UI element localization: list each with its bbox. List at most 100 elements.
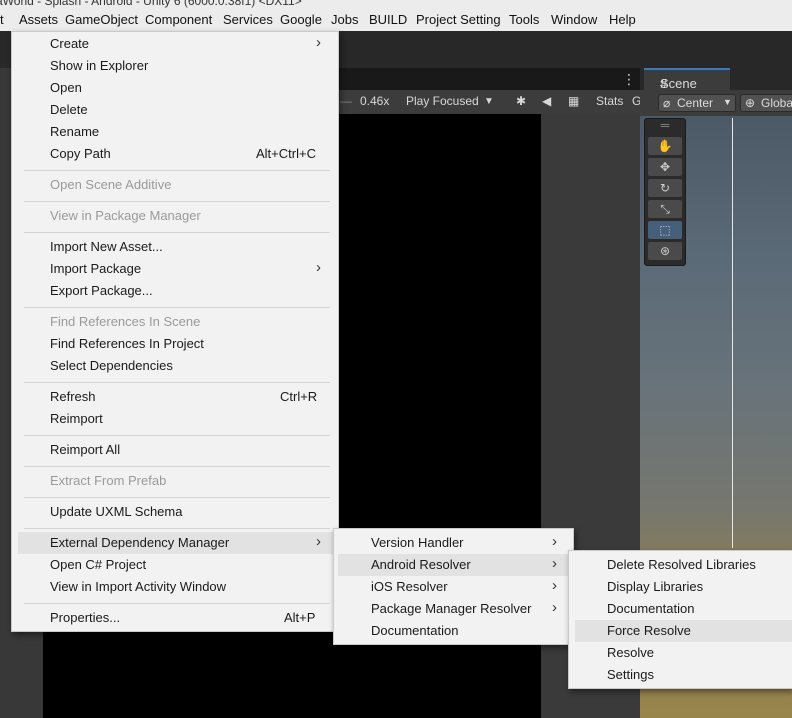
menu-component[interactable]: Component — [145, 12, 212, 27]
scene-toolbar: ⌀ Center ▼ ⊕ Globa — [640, 90, 792, 117]
transform-tool-icon[interactable]: ⊛ — [648, 242, 682, 260]
menu-separator — [24, 466, 330, 467]
palette-drag-handle[interactable]: ═ — [648, 119, 682, 131]
menu-item-rename[interactable]: Rename — [18, 121, 334, 143]
menu-item-resolve[interactable]: Resolve — [575, 642, 792, 664]
menu-services[interactable]: Services — [223, 12, 273, 27]
menu-item-copy-path[interactable]: Copy Path Alt+Ctrl+C — [18, 143, 334, 165]
menu-google[interactable]: Google — [280, 12, 322, 27]
menu-item-import-new-asset[interactable]: Import New Asset... — [18, 236, 334, 258]
chevron-right-icon: › — [552, 555, 557, 572]
menu-item-find-references-in-project[interactable]: Find References In Project — [18, 333, 334, 355]
menu-item-view-in-import-activity-window[interactable]: View in Import Activity Window — [18, 576, 334, 598]
menu-item-find-references-in-scene: Find References In Scene — [50, 314, 201, 329]
menu-separator — [24, 528, 330, 529]
menu-separator — [24, 201, 330, 202]
menu-item-settings[interactable]: Settings — [575, 664, 792, 686]
tool-palette: ═ ✋ ✥ ↻ ⤡ ⬚ ⊛ — [644, 118, 686, 266]
chevron-down-icon: ▼ — [723, 97, 732, 107]
pivot-icon: ⌀ — [663, 96, 671, 110]
menu-item-extract-from-prefab: Extract From Prefab — [50, 473, 167, 488]
menu-item-open-csharp-project[interactable]: Open C# Project — [18, 554, 334, 576]
menu-project-setting[interactable]: Project Setting — [416, 12, 501, 27]
menu-separator — [24, 307, 330, 308]
menu-item-force-resolve[interactable]: Force Resolve — [575, 620, 792, 642]
pivot-mode-label: Center — [677, 96, 714, 110]
menu-item-package-manager-resolver[interactable]: Package Manager Resolver › — [338, 598, 570, 620]
android-resolver-submenu: Delete Resolved Libraries Display Librar… — [568, 550, 792, 689]
move-tool-icon[interactable]: ✥ — [648, 158, 682, 176]
menu-separator — [24, 382, 330, 383]
scene-guide-line — [732, 118, 733, 548]
menu-item-reimport[interactable]: Reimport — [18, 408, 334, 430]
space-mode-label: Globa — [761, 96, 792, 110]
main-menu-bar: t Assets GameObject Component Services G… — [0, 9, 792, 32]
more-options-icon[interactable]: ⋮ — [622, 71, 636, 88]
assets-menu: Create › Show in Explorer Open Delete Re… — [11, 31, 339, 632]
menu-item-properties[interactable]: Properties... Alt+P — [18, 607, 334, 629]
menu-assets[interactable]: Assets — [19, 12, 58, 27]
globe-icon: ⊕ — [745, 96, 756, 110]
menu-item-open-scene-additive: Open Scene Additive — [50, 177, 172, 192]
menu-window[interactable]: Window — [551, 12, 597, 27]
play-focused-dropdown[interactable]: Play Focused — [406, 94, 479, 108]
menu-item-android-documentation[interactable]: Documentation — [575, 598, 792, 620]
menu-item-reimport-all[interactable]: Reimport All — [18, 439, 334, 461]
chevron-right-icon: › — [552, 599, 557, 616]
menu-item-delete[interactable]: Delete — [18, 99, 334, 121]
menu-item-update-uxml-schema[interactable]: Update UXML Schema — [18, 501, 334, 523]
menu-item-open[interactable]: Open — [18, 77, 334, 99]
menu-separator — [24, 603, 330, 604]
menu-item-import-package[interactable]: Import Package › — [18, 258, 334, 280]
menu-item-create[interactable]: Create › — [18, 33, 334, 55]
menu-separator — [24, 232, 330, 233]
menu-item-external-dependency-manager[interactable]: External Dependency Manager › — [18, 532, 334, 554]
rect-tool-icon[interactable]: ⬚ — [648, 221, 682, 239]
shortcut-copy-path: Alt+Ctrl+C — [256, 146, 316, 161]
menu-separator — [24, 170, 330, 171]
pivot-mode-dropdown[interactable]: ⌀ Center ▼ — [658, 94, 736, 112]
menu-item-export-package[interactable]: Export Package... — [18, 280, 334, 302]
menu-item-refresh[interactable]: Refresh Ctrl+R — [18, 386, 334, 408]
menu-item-display-libraries[interactable]: Display Libraries — [575, 576, 792, 598]
chevron-down-icon: ▼ — [484, 96, 494, 107]
menu-help[interactable]: Help — [609, 12, 636, 27]
space-mode-dropdown[interactable]: ⊕ Globa — [740, 94, 792, 112]
stats-button[interactable]: Stats — [596, 94, 623, 108]
menu-item-edm-documentation[interactable]: Documentation — [338, 620, 570, 642]
menu-gameobject[interactable]: GameObject — [65, 12, 138, 27]
bug-icon[interactable]: ✱ — [516, 94, 526, 108]
tab-scene[interactable]: # Scene — [644, 68, 730, 91]
menu-item-ios-resolver[interactable]: iOS Resolver › — [338, 576, 570, 598]
menu-item-view-in-package-manager: View in Package Manager — [50, 208, 201, 223]
speaker-icon[interactable]: ◀ — [542, 94, 551, 108]
grid-toggle-icon[interactable]: ▦ — [568, 94, 579, 108]
menu-jobs[interactable]: Jobs — [331, 12, 358, 27]
menu-item-show-in-explorer[interactable]: Show in Explorer — [18, 55, 334, 77]
menu-separator — [24, 435, 330, 436]
edm-submenu: Version Handler › Android Resolver › iOS… — [333, 528, 574, 645]
window-title-bar: aWorld - Splash - Android - Unity 6 (600… — [0, 0, 792, 9]
menu-separator — [24, 497, 330, 498]
menu-build[interactable]: BUILD — [369, 12, 407, 27]
rotate-tool-icon[interactable]: ↻ — [648, 179, 682, 197]
menu-tools[interactable]: Tools — [509, 12, 539, 27]
menu-item-select-dependencies[interactable]: Select Dependencies — [18, 355, 334, 377]
chevron-right-icon: › — [316, 34, 321, 51]
menu-item-delete-resolved-libraries[interactable]: Delete Resolved Libraries — [575, 554, 792, 576]
shortcut-properties: Alt+P — [284, 610, 316, 625]
shortcut-refresh: Ctrl+R — [280, 389, 318, 404]
scene-tab-label: Scene — [660, 76, 697, 91]
chevron-right-icon: › — [316, 259, 321, 276]
chevron-right-icon: › — [552, 577, 557, 594]
menu-file-partial[interactable]: t — [0, 12, 4, 27]
zoom-slider-track[interactable]: — — [340, 94, 352, 108]
zoom-level: 0.46x — [360, 94, 390, 108]
chevron-right-icon: › — [552, 533, 557, 550]
menu-item-version-handler[interactable]: Version Handler › — [338, 532, 570, 554]
scale-tool-icon[interactable]: ⤡ — [648, 200, 682, 218]
game-view-toolbar: — 0.46x Play Focused ▼ ✱ ◀ ▦ Stats G — [336, 90, 641, 115]
hand-tool-icon[interactable]: ✋ — [648, 137, 682, 155]
window-title: aWorld - Splash - Android - Unity 6 (600… — [0, 0, 302, 8]
menu-item-android-resolver[interactable]: Android Resolver › — [338, 554, 570, 576]
